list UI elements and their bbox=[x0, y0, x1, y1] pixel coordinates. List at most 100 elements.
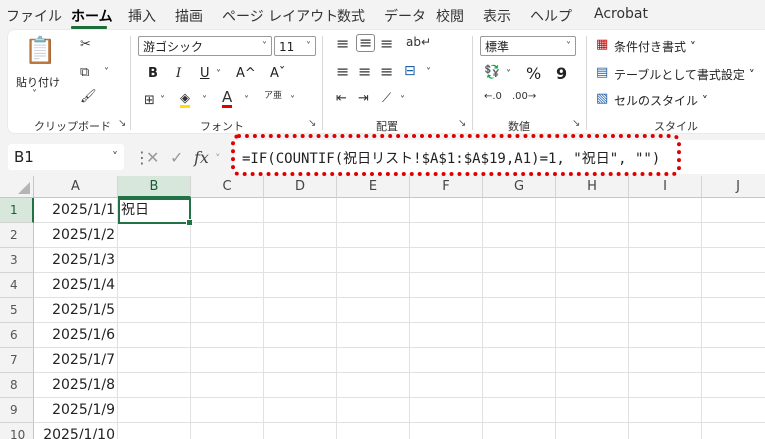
tab-data[interactable]: データ bbox=[384, 6, 426, 26]
cell-c5[interactable] bbox=[191, 298, 264, 323]
cell-f2[interactable] bbox=[410, 223, 483, 248]
cell-h5[interactable] bbox=[556, 298, 629, 323]
row-header[interactable]: 10 bbox=[0, 423, 34, 439]
cell-a10[interactable]: 2025/1/10 bbox=[34, 423, 118, 439]
cell-e3[interactable] bbox=[337, 248, 410, 273]
cell-b6[interactable] bbox=[118, 323, 191, 348]
cell-d10[interactable] bbox=[264, 423, 337, 439]
cell-b8[interactable] bbox=[118, 373, 191, 398]
cell-i4[interactable] bbox=[629, 273, 702, 298]
align-top-icon[interactable]: ≡ bbox=[336, 36, 349, 52]
cell-d2[interactable] bbox=[264, 223, 337, 248]
cell-a6[interactable]: 2025/1/6 bbox=[34, 323, 118, 348]
phonetic-dropdown-icon[interactable]: ˅ bbox=[290, 96, 295, 106]
column-header-d[interactable]: D bbox=[264, 176, 337, 198]
cell-e7[interactable] bbox=[337, 348, 410, 373]
align-left-icon[interactable]: ≡ bbox=[336, 64, 349, 80]
shrink-font-button[interactable]: Aˇ bbox=[270, 66, 285, 81]
cell-c3[interactable] bbox=[191, 248, 264, 273]
cell-c6[interactable] bbox=[191, 323, 264, 348]
wrap-text-icon[interactable]: ab↵ bbox=[406, 36, 431, 48]
cell-h7[interactable] bbox=[556, 348, 629, 373]
format-as-table-button[interactable]: テーブルとして書式設定 ˅ bbox=[614, 66, 755, 83]
orientation-icon[interactable]: ⟋ bbox=[382, 92, 391, 105]
orientation-dropdown-icon[interactable]: ˅ bbox=[400, 96, 405, 106]
cell-g6[interactable] bbox=[483, 323, 556, 348]
cell-e4[interactable] bbox=[337, 273, 410, 298]
cell-h3[interactable] bbox=[556, 248, 629, 273]
cell-b5[interactable] bbox=[118, 298, 191, 323]
cut-icon[interactable]: ✂ bbox=[80, 38, 91, 51]
name-box[interactable]: B1 ˅ bbox=[8, 144, 124, 170]
accounting-format-icon[interactable]: 💱 bbox=[484, 66, 500, 79]
select-all-button[interactable] bbox=[0, 176, 34, 198]
cell-c9[interactable] bbox=[191, 398, 264, 423]
grow-font-button[interactable]: A^ bbox=[236, 66, 256, 81]
column-header-c[interactable]: C bbox=[191, 176, 264, 198]
cell-e10[interactable] bbox=[337, 423, 410, 439]
cell-e6[interactable] bbox=[337, 323, 410, 348]
cell-i10[interactable] bbox=[629, 423, 702, 439]
number-launcher-icon[interactable]: ↘ bbox=[572, 118, 580, 129]
cell-h4[interactable] bbox=[556, 273, 629, 298]
cell-d8[interactable] bbox=[264, 373, 337, 398]
cell-j7[interactable] bbox=[702, 348, 765, 373]
cell-styles-button[interactable]: セルのスタイル ˅ bbox=[614, 92, 708, 109]
cell-d9[interactable] bbox=[264, 398, 337, 423]
cell-d1[interactable] bbox=[264, 198, 337, 223]
cell-e5[interactable] bbox=[337, 298, 410, 323]
cell-i8[interactable] bbox=[629, 373, 702, 398]
cell-e9[interactable] bbox=[337, 398, 410, 423]
enter-icon[interactable]: ✓ bbox=[170, 148, 183, 167]
font-launcher-icon[interactable]: ↘ bbox=[308, 118, 316, 129]
cell-j3[interactable] bbox=[702, 248, 765, 273]
row-header[interactable]: 3 bbox=[0, 248, 34, 273]
row-header[interactable]: 8 bbox=[0, 373, 34, 398]
font-color-icon[interactable]: A bbox=[222, 90, 233, 108]
cell-f4[interactable] bbox=[410, 273, 483, 298]
cell-b1[interactable]: 祝日 bbox=[118, 198, 191, 223]
row-header[interactable]: 1 bbox=[0, 198, 34, 223]
align-middle-icon[interactable]: ≡ bbox=[356, 34, 376, 52]
worksheet-grid[interactable]: ABCDEFGHIJ 1 2025/1/1 祝日 2 2025/1/2 3 2025/1/3… bbox=[0, 176, 765, 439]
copy-dropdown-icon[interactable]: ˅ bbox=[104, 68, 109, 78]
column-header-b[interactable]: B bbox=[118, 176, 191, 198]
font-color-dropdown-icon[interactable]: ˅ bbox=[244, 96, 249, 106]
number-format-select[interactable]: 標準 ˅ bbox=[480, 36, 576, 56]
underline-dropdown-icon[interactable]: ˅ bbox=[216, 70, 221, 80]
cell-a5[interactable]: 2025/1/5 bbox=[34, 298, 118, 323]
cell-g8[interactable] bbox=[483, 373, 556, 398]
bold-button[interactable]: B bbox=[148, 66, 158, 81]
column-header-a[interactable]: A bbox=[34, 176, 118, 198]
increase-decimal-icon[interactable]: ←.0 bbox=[484, 92, 502, 102]
align-right-icon[interactable]: ≡ bbox=[380, 64, 393, 80]
border-icon[interactable]: ⊞ bbox=[144, 94, 155, 107]
fill-dropdown-icon[interactable]: ˅ bbox=[202, 96, 207, 106]
row-header[interactable]: 6 bbox=[0, 323, 34, 348]
tab-file[interactable]: ファイル bbox=[6, 6, 62, 26]
cell-g1[interactable] bbox=[483, 198, 556, 223]
cell-d3[interactable] bbox=[264, 248, 337, 273]
column-header-h[interactable]: H bbox=[556, 176, 629, 198]
insert-function-button[interactable]: fx bbox=[194, 148, 209, 167]
tab-acrobat[interactable]: Acrobat bbox=[594, 6, 648, 22]
percent-button[interactable]: % bbox=[526, 64, 541, 83]
cell-c7[interactable] bbox=[191, 348, 264, 373]
decrease-decimal-icon[interactable]: .00→ bbox=[512, 92, 536, 102]
row-header[interactable]: 2 bbox=[0, 223, 34, 248]
alignment-launcher-icon[interactable]: ↘ bbox=[458, 118, 466, 129]
cell-c8[interactable] bbox=[191, 373, 264, 398]
align-bottom-icon[interactable]: ≡ bbox=[380, 36, 393, 52]
clipboard-launcher-icon[interactable]: ↘ bbox=[118, 118, 126, 129]
column-header-f[interactable]: F bbox=[410, 176, 483, 198]
cell-a2[interactable]: 2025/1/2 bbox=[34, 223, 118, 248]
cell-f3[interactable] bbox=[410, 248, 483, 273]
cell-h6[interactable] bbox=[556, 323, 629, 348]
cell-a8[interactable]: 2025/1/8 bbox=[34, 373, 118, 398]
cell-i6[interactable] bbox=[629, 323, 702, 348]
cell-a7[interactable]: 2025/1/7 bbox=[34, 348, 118, 373]
cell-b4[interactable] bbox=[118, 273, 191, 298]
cell-f9[interactable] bbox=[410, 398, 483, 423]
decrease-indent-icon[interactable]: ⇤ bbox=[336, 92, 347, 105]
cell-g3[interactable] bbox=[483, 248, 556, 273]
